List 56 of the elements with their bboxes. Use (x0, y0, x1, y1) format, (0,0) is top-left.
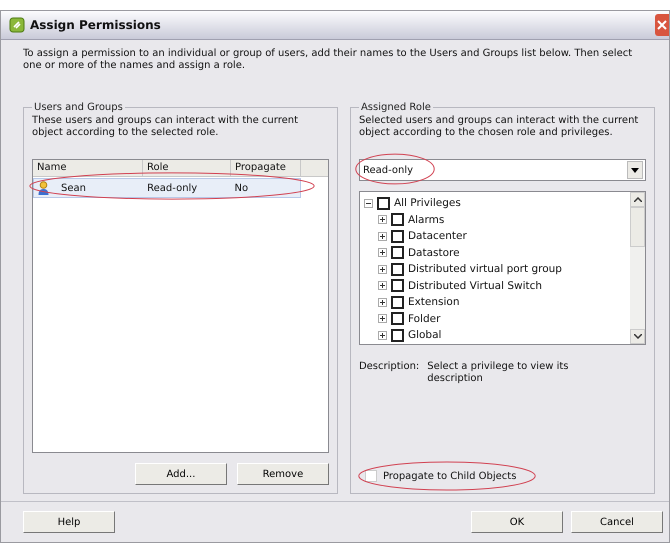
dialog-button[interactable]: Cancel (571, 511, 663, 533)
close-icon (657, 20, 667, 30)
table-cell-text: Read-only (146, 182, 198, 194)
expand-icon[interactable] (378, 281, 387, 290)
expand-icon[interactable] (378, 314, 387, 324)
panel-title: Users and Groups (33, 102, 124, 113)
tree-item[interactable]: Datacenter (408, 230, 467, 242)
checkbox[interactable] (390, 279, 404, 292)
column-header[interactable]: Propagate (231, 160, 301, 176)
expand-icon[interactable] (378, 232, 387, 241)
window-title: Assign Permissions (30, 18, 162, 32)
expand-icon[interactable] (378, 298, 387, 307)
close-button[interactable] (655, 14, 669, 36)
checkbox[interactable] (390, 262, 404, 276)
scrollbar-thumb[interactable] (630, 207, 645, 247)
panel-title: Assigned Role (360, 102, 432, 113)
checkbox[interactable] (376, 196, 390, 210)
app-icon (9, 17, 25, 33)
tree-item[interactable]: Distributed virtual port group (408, 263, 562, 276)
scroll-up-icon[interactable] (630, 192, 645, 207)
tree-item[interactable]: Datastore (408, 246, 460, 259)
expand-icon[interactable] (378, 330, 387, 340)
column-header[interactable]: Name (33, 160, 143, 176)
scrollbar[interactable] (630, 192, 645, 344)
expand-icon[interactable] (378, 215, 387, 224)
table-cell: Sean (61, 182, 86, 194)
checkbox[interactable] (390, 296, 404, 309)
tree-item[interactable]: All Privileges (394, 197, 461, 210)
checkbox[interactable] (390, 312, 404, 326)
description-label: Description: (358, 361, 420, 374)
checkbox[interactable] (390, 230, 404, 243)
dialog-button[interactable]: Help (23, 511, 115, 533)
table-cell-text: No (234, 182, 250, 194)
tree-item[interactable]: Folder (408, 312, 440, 325)
checkbox[interactable] (390, 328, 404, 342)
dialog-button[interactable]: OK (471, 511, 563, 533)
column-header[interactable]: Role (143, 160, 231, 176)
user-row[interactable]: Sean Read-only No (33, 178, 301, 198)
tree-item[interactable]: Extension (408, 296, 460, 308)
panel-description: These users and groups can interact with the current object according to the selected role. (32, 115, 299, 139)
dialog-button[interactable]: Add... (134, 463, 227, 485)
checkbox[interactable] (390, 213, 404, 226)
tree-item[interactable]: Distributed Virtual Switch (408, 280, 542, 292)
expand-icon[interactable] (378, 248, 387, 258)
user-icon (38, 181, 49, 195)
role-dropdown[interactable]: Read-only (358, 159, 646, 181)
dialog-button[interactable]: Remove (236, 463, 329, 485)
checkbox[interactable] (390, 246, 404, 260)
scroll-down-icon[interactable] (630, 329, 645, 344)
instructions-text: To assign a permission to an individual or group of users, add their names to the Users and Groups list below. Then select one or more of the names and assign a role. (23, 48, 634, 72)
expand-icon[interactable] (378, 264, 387, 274)
collapse-icon[interactable] (364, 198, 373, 208)
tree-item[interactable]: Global (408, 329, 442, 342)
description-text: Select a privilege to view its description (427, 361, 570, 385)
panel-description: Selected users and groups can interact with the current object according to the chosen role and privileges. (358, 115, 640, 139)
tree-item[interactable]: Alarms (408, 214, 444, 226)
